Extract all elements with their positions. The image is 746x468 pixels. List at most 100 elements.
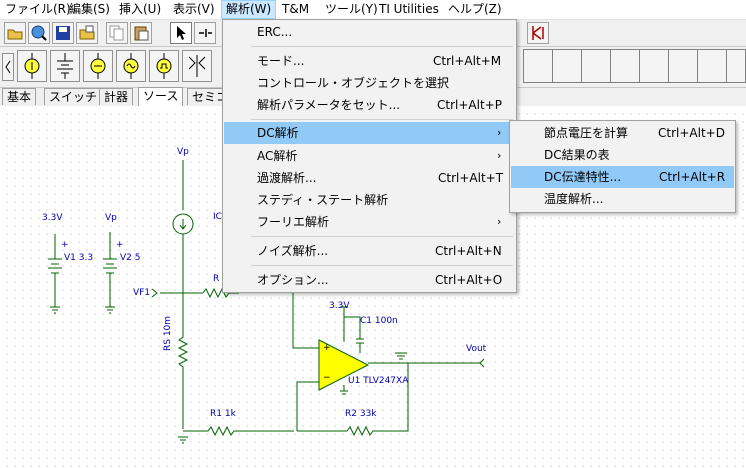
menu-item-steady-state[interactable]: ステディ・ステート解析 <box>223 189 516 211</box>
rs-resistor <box>177 297 189 429</box>
palette-slot[interactable] <box>726 49 746 83</box>
label-r2: R2 33k <box>345 409 377 419</box>
paste-icon[interactable] <box>130 22 152 44</box>
submenu-node-voltage-label: 節点電圧を計算 <box>544 126 629 140</box>
menu-file[interactable]: ファイル(R) <box>1 0 75 19</box>
globe-search-icon[interactable] <box>28 22 50 44</box>
menu-item-params-shortcut: Ctrl+Alt+P <box>437 98 502 112</box>
tab-source[interactable]: ソース <box>138 87 184 106</box>
menu-item-set-parameters[interactable]: 解析パラメータをセット... Ctrl+Alt+P <box>223 94 516 116</box>
pulse-source-icon[interactable] <box>149 50 179 82</box>
menu-item-ac-label: AC解析 <box>257 149 298 163</box>
battery-icon[interactable] <box>50 50 80 82</box>
v1-battery-wires <box>48 234 62 314</box>
voltage-source-icon[interactable] <box>83 50 113 82</box>
chevron-right-icon: › <box>497 149 502 162</box>
menu-item-control-object[interactable]: コントロール・オブジェクトを選択 <box>223 72 516 94</box>
label-c1: C1 100n <box>360 316 398 326</box>
menu-help[interactable]: ヘルプ(Z) <box>444 0 506 19</box>
submenu-temperature-label: 温度解析... <box>544 192 604 206</box>
menu-tools[interactable]: ツール(Y) <box>321 0 382 19</box>
menu-item-mode-shortcut: Ctrl+Alt+M <box>433 54 502 68</box>
r1-resistor <box>183 425 294 437</box>
feedback-wire <box>296 381 319 431</box>
menu-item-options-shortcut: Ctrl+Alt+O <box>435 273 503 287</box>
menu-item-params-label: 解析パラメータをセット... <box>257 98 401 112</box>
menu-item-control-label: コントロール・オブジェクトを選択 <box>257 76 450 90</box>
menu-item-options[interactable]: オプション... Ctrl+Alt+O <box>223 269 516 291</box>
submenu-transfer-shortcut: Ctrl+Alt+R <box>659 170 726 184</box>
menu-insert[interactable]: 挿入(U) <box>115 0 165 19</box>
menu-item-erc[interactable]: ERC... <box>223 21 516 43</box>
label-vp2: Vp <box>105 213 117 223</box>
palette-scroll-left[interactable] <box>2 53 14 81</box>
menu-item-erc-label: ERC... <box>257 25 293 39</box>
menu-item-dc-analysis[interactable]: DC解析 › <box>224 122 515 144</box>
open-folder-icon[interactable] <box>4 22 26 44</box>
menu-tm[interactable]: T&M <box>278 0 313 19</box>
open-file-icon[interactable] <box>76 22 98 44</box>
submenu-item-node-voltage[interactable]: 節点電圧を計算 Ctrl+Alt+D <box>510 122 735 144</box>
label-u1: U1 TLV247XA <box>348 376 409 386</box>
palette-slot[interactable] <box>639 49 669 83</box>
palette-slot[interactable] <box>610 49 640 83</box>
menu-item-transient[interactable]: 過渡解析... Ctrl+Alt+T <box>223 167 516 189</box>
tab-meter[interactable]: 計器 <box>99 88 134 105</box>
menu-view[interactable]: 表示(V) <box>169 0 219 19</box>
palette-slot[interactable] <box>697 49 727 83</box>
label-opamp-minus: − <box>323 373 331 383</box>
submenu-dc-table-label: DC結果の表 <box>544 148 610 162</box>
controlled-source-icon[interactable] <box>182 50 212 82</box>
menu-separator <box>251 119 513 120</box>
chevron-right-icon: › <box>497 215 502 228</box>
menu-item-options-label: オプション... <box>257 273 329 287</box>
label-r-top: R <box>213 274 220 284</box>
r2-resistor <box>297 363 409 437</box>
submenu-transfer-label: DC伝達特性... <box>544 170 622 184</box>
menu-analysis[interactable]: 解析(W) <box>221 0 277 19</box>
label-cap-voltage: 3.3V <box>329 301 350 311</box>
menu-item-steady-label: ステディ・ステート解析 <box>257 193 389 207</box>
label-current-source: IC <box>213 212 222 222</box>
meter-icon[interactable] <box>527 22 549 44</box>
palette-slot[interactable] <box>523 49 553 83</box>
menu-bar: ファイル(R) 編集(S) 挿入(U) 表示(V) 解析(W) T&M ツール(… <box>0 0 746 20</box>
menu-item-fourier[interactable]: フーリエ解析 › <box>223 211 516 233</box>
vf1-probe-icon <box>151 288 158 298</box>
label-r1: R1 1k <box>210 409 236 419</box>
palette-slot[interactable] <box>552 49 582 83</box>
v2-battery-wires <box>103 232 117 314</box>
menu-item-transient-label: 過渡解析... <box>257 171 317 185</box>
label-v1-value: 3.3V <box>42 213 63 223</box>
tab-basic[interactable]: 基本 <box>2 88 37 105</box>
wire-icon[interactable] <box>194 22 216 44</box>
menu-ti-utilities[interactable]: TI Utilities <box>375 0 443 19</box>
chevron-right-icon: › <box>497 126 502 139</box>
menu-item-noise-label: ノイズ解析... <box>257 244 329 258</box>
save-icon[interactable] <box>52 22 74 44</box>
menu-item-dc-label: DC解析 <box>257 126 299 140</box>
menu-item-transient-shortcut: Ctrl+Alt+T <box>438 171 504 185</box>
pointer-icon[interactable] <box>170 22 192 44</box>
palette-slot[interactable] <box>581 49 611 83</box>
submenu-node-voltage-shortcut: Ctrl+Alt+D <box>658 126 725 140</box>
menu-item-mode[interactable]: モード... Ctrl+Alt+M <box>223 50 516 72</box>
tab-switch[interactable]: スイッチ <box>44 88 103 105</box>
submenu-item-dc-transfer[interactable]: DC伝達特性... Ctrl+Alt+R <box>511 166 734 188</box>
current-source-icon[interactable] <box>17 50 47 82</box>
ac-source-icon[interactable] <box>116 50 146 82</box>
submenu-item-temperature[interactable]: 温度解析... <box>510 188 735 210</box>
label-v1: V1 3.3 <box>64 253 94 263</box>
menu-item-noise[interactable]: ノイズ解析... Ctrl+Alt+N <box>223 240 516 262</box>
menu-item-mode-label: モード... <box>257 54 305 68</box>
copy-icon[interactable] <box>106 22 128 44</box>
submenu-item-dc-table[interactable]: DC結果の表 <box>510 144 735 166</box>
menu-edit[interactable]: 編集(S) <box>65 0 114 19</box>
menu-item-noise-shortcut: Ctrl+Alt+N <box>435 244 502 258</box>
menu-item-ac-analysis[interactable]: AC解析 › <box>223 145 516 167</box>
plus-input-wire <box>292 293 319 349</box>
dc-analysis-submenu: 節点電圧を計算 Ctrl+Alt+D DC結果の表 DC伝達特性... Ctrl… <box>509 120 736 213</box>
palette-slot[interactable] <box>668 49 698 83</box>
label-opamp-plus: + <box>323 343 331 353</box>
analysis-menu: ERC... モード... Ctrl+Alt+M コントロール・オブジェクトを選… <box>222 19 517 293</box>
